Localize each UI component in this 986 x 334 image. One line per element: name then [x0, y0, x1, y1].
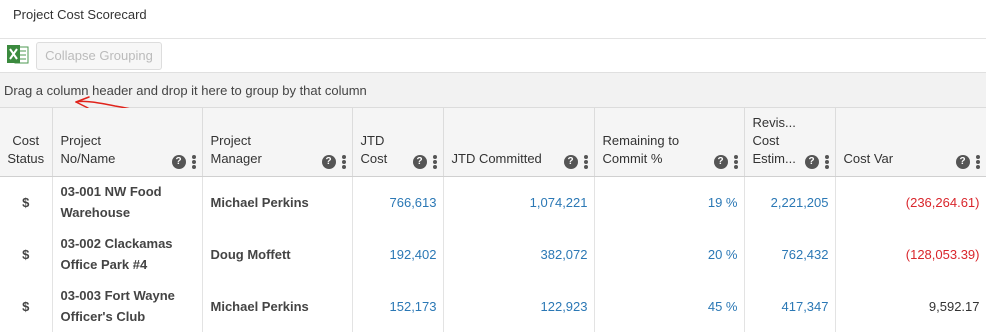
column-header-jtd-committed[interactable]: JTD Committed ?: [443, 108, 595, 177]
column-header-remaining-to-commit[interactable]: Remaining to Commit % ?: [594, 108, 745, 177]
help-icon[interactable]: ?: [171, 155, 186, 170]
column-menu-icon[interactable]: [191, 155, 196, 170]
jtd-cost-link[interactable]: 152,173: [352, 280, 444, 332]
revised-estimate-link[interactable]: 762,432: [744, 228, 836, 280]
help-icon[interactable]: ?: [713, 155, 728, 170]
column-menu-icon[interactable]: [975, 155, 980, 170]
manager-cell: Michael Perkins: [202, 280, 353, 332]
help-icon[interactable]: ?: [955, 155, 970, 170]
remaining-pct-link[interactable]: 20 %: [594, 228, 745, 280]
remaining-pct-link[interactable]: 19 %: [594, 176, 745, 228]
manager-cell: Michael Perkins: [202, 176, 353, 228]
cost-var-cell: (236,264.61): [835, 176, 986, 228]
column-header-project-manager[interactable]: Project Manager ?: [202, 108, 353, 177]
table-row[interactable]: $ 03-002 Clackamas Office Park #4 Doug M…: [0, 228, 986, 280]
cost-var-cell: (128,053.39): [835, 228, 986, 280]
help-icon[interactable]: ?: [563, 155, 578, 170]
jtd-committed-link[interactable]: 1,074,221: [443, 176, 595, 228]
cost-var-cell: 9,592.17: [835, 280, 986, 332]
table-row[interactable]: $ 03-001 NW Food Warehouse Michael Perki…: [0, 176, 986, 228]
jtd-committed-link[interactable]: 382,072: [443, 228, 595, 280]
column-menu-icon[interactable]: [341, 155, 346, 170]
column-header-cost-var[interactable]: Cost Var ?: [835, 108, 986, 177]
column-menu-icon[interactable]: [583, 155, 588, 170]
column-header-revised-cost-estimate[interactable]: Revis... Cost Estim... ?: [744, 108, 836, 177]
revised-estimate-link[interactable]: 2,221,205: [744, 176, 836, 228]
help-icon[interactable]: ?: [321, 155, 336, 170]
jtd-cost-link[interactable]: 766,613: [352, 176, 444, 228]
collapse-grouping-button[interactable]: Collapse Grouping: [36, 42, 162, 70]
jtd-cost-link[interactable]: 192,402: [352, 228, 444, 280]
column-header-jtd-cost[interactable]: JTD Cost ?: [352, 108, 444, 177]
project-cell: 03-003 Fort Wayne Officer's Club: [52, 280, 203, 332]
excel-export-icon[interactable]: [6, 44, 30, 66]
cost-status-cell: $: [0, 228, 53, 280]
column-menu-icon[interactable]: [733, 155, 738, 170]
group-panel-hint: Drag a column header and drop it here to…: [4, 83, 367, 98]
jtd-committed-link[interactable]: 122,923: [443, 280, 595, 332]
column-menu-icon[interactable]: [824, 155, 829, 170]
remaining-pct-link[interactable]: 45 %: [594, 280, 745, 332]
grid-toolbar: Collapse Grouping: [0, 38, 986, 72]
cost-status-cell: $: [0, 280, 53, 332]
group-by-drop-zone[interactable]: Drag a column header and drop it here to…: [0, 72, 986, 108]
manager-cell: Doug Moffett: [202, 228, 353, 280]
column-header-cost-status[interactable]: Cost Status: [0, 108, 53, 177]
help-icon[interactable]: ?: [804, 155, 819, 170]
project-cell: 03-001 NW Food Warehouse: [52, 176, 203, 228]
cost-status-cell: $: [0, 176, 53, 228]
revised-estimate-link[interactable]: 417,347: [744, 280, 836, 332]
help-icon[interactable]: ?: [412, 155, 427, 170]
column-menu-icon[interactable]: [432, 155, 437, 170]
page-title: Project Cost Scorecard: [13, 7, 147, 22]
project-cell: 03-002 Clackamas Office Park #4: [52, 228, 203, 280]
column-header-project[interactable]: Project No/Name ?: [52, 108, 203, 177]
table-row[interactable]: $ 03-003 Fort Wayne Officer's Club Micha…: [0, 280, 986, 332]
project-cost-grid: Cost Status Project No/Name ? Project Ma…: [0, 108, 986, 332]
